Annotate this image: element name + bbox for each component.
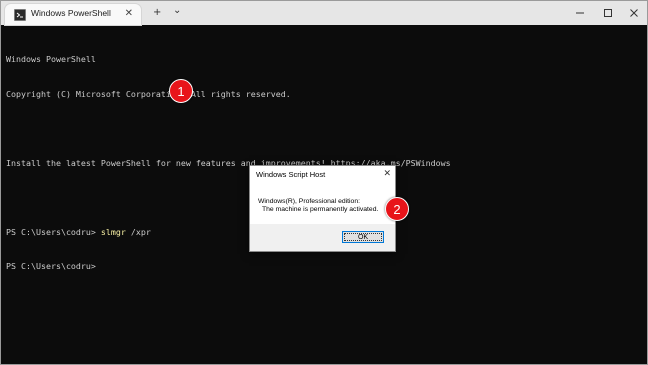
dialog-close-icon[interactable]: ✕	[383, 168, 391, 179]
minimize-icon	[576, 12, 584, 14]
tab-windows-powershell[interactable]: Windows PowerShell ✕	[5, 4, 141, 25]
dialog-body: Windows(R), Professional edition: The ma…	[250, 184, 395, 224]
step-badge-1: 1	[169, 79, 193, 103]
prompt-line: PS C:\Users\codru>	[6, 261, 96, 271]
title-bar: Windows PowerShell ✕ + ⌄	[1, 1, 647, 25]
dialog-title: Windows Script Host	[256, 170, 326, 179]
tab-title: Windows PowerShell	[31, 8, 111, 18]
maximize-icon	[604, 9, 612, 17]
console-output[interactable]: Windows PowerShell Copyright (C) Microso…	[6, 31, 642, 296]
ok-button[interactable]: OK	[342, 231, 384, 243]
dropdown-chevron-icon[interactable]: ⌄	[173, 4, 181, 18]
close-icon	[630, 9, 638, 17]
powershell-icon	[14, 9, 26, 21]
dialog-message-line2: The machine is permanently activated.	[262, 206, 379, 213]
step-badge-2: 2	[385, 197, 409, 221]
tab-close-icon[interactable]: ✕	[125, 8, 133, 20]
windows-script-host-dialog: Windows Script Host ✕ Windows(R), Profes…	[249, 165, 396, 252]
dialog-footer: OK	[250, 224, 395, 251]
close-window-button[interactable]	[619, 1, 647, 25]
minimize-button[interactable]	[565, 1, 595, 25]
command-args: /xpr	[125, 226, 151, 237]
command-name: slmgr	[100, 226, 126, 237]
dialog-message-line1: Windows(R), Professional edition:	[258, 198, 360, 205]
new-tab-button[interactable]: +	[153, 6, 161, 20]
console-line: Copyright (C) Microsoft Corporation. All…	[6, 88, 291, 99]
console-line: Windows PowerShell	[6, 54, 96, 64]
powershell-window: Windows PowerShell ✕ + ⌄ Windows PowerSh…	[0, 0, 648, 365]
prompt: PS C:\Users\codru>	[6, 226, 101, 237]
